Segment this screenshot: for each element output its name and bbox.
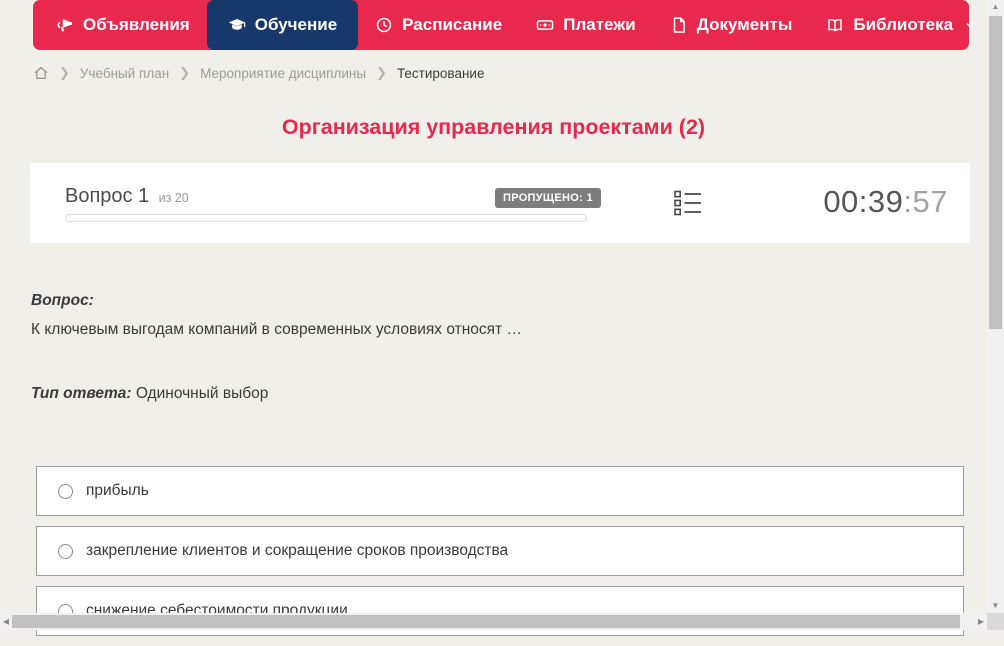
nav-item-learning[interactable]: Обучение [206, 0, 359, 50]
question-text: К ключевым выгодам компаний в современны… [31, 321, 522, 338]
timer-minutes: 00:39 [823, 184, 904, 219]
nav-item-library[interactable]: Библиотека [809, 0, 994, 50]
answer-option-1[interactable]: прибыль [36, 466, 964, 516]
home-icon[interactable] [33, 65, 49, 81]
scroll-right-icon[interactable]: ▶ [975, 617, 987, 626]
answer-option-label: закрепление клиентов и сокращение сроков… [86, 542, 509, 559]
nav-item-announcements[interactable]: Объявления [39, 0, 207, 50]
graduation-cap-icon [228, 19, 245, 30]
question-list-icon[interactable] [674, 190, 702, 216]
breadcrumb: ❯ Учебный план ❯ Мероприятие дисциплины … [33, 62, 484, 84]
scroll-down-icon[interactable]: ▼ [992, 599, 1000, 613]
nav-item-label: Расписание [402, 15, 503, 34]
breadcrumb-separator: ❯ [179, 65, 191, 80]
vertical-scrollbar[interactable]: ▲ ▼ [987, 0, 1004, 613]
scrollbar-corner [987, 613, 1004, 630]
breadcrumb-separator: ❯ [376, 65, 387, 80]
question-count-label: из 20 [158, 191, 189, 205]
nav-item-payments[interactable]: Платежи [519, 0, 653, 50]
answer-option-2[interactable]: закрепление клиентов и сокращение сроков… [36, 526, 964, 576]
skipped-badge: ПРОПУЩЕНО: 1 [495, 188, 601, 208]
answer-type: Тип ответа: Одиночный выбор [31, 385, 961, 403]
book-icon [828, 18, 843, 32]
answer-option-label: прибыль [86, 482, 149, 499]
question-block: Вопрос: К ключевым выгодам компаний в со… [31, 292, 961, 403]
question-header-card: Вопрос 1 из 20 ПРОПУЩЕНО: 1 00:39:57 [30, 163, 970, 243]
answer-type-label: Тип ответа: [31, 384, 132, 402]
megaphone-icon [57, 19, 72, 32]
timer-seconds: :57 [903, 184, 948, 219]
timer: 00:39:57 [823, 184, 948, 220]
scroll-left-icon[interactable]: ◀ [0, 617, 12, 626]
chevron-down-icon [966, 22, 975, 28]
question-number-label: Вопрос 1 [65, 185, 150, 207]
radio-icon[interactable] [58, 483, 73, 499]
page-title: Организация управления проектами (2) [281, 115, 706, 139]
horizontal-scrollbar[interactable]: ◀ ▶ [0, 613, 987, 630]
breadcrumb-item-testing: Тестирование [396, 65, 485, 81]
radio-icon[interactable] [58, 543, 73, 559]
answer-type-value: Одиночный выбор [135, 384, 269, 402]
nav-item-label: Документы [696, 15, 793, 34]
question-number: Вопрос 1 из 20 [65, 185, 189, 208]
nav-item-label: Библиотека [853, 15, 954, 34]
horizontal-scrollbar-thumb[interactable] [12, 615, 960, 628]
nav-item-schedule[interactable]: Расписание [358, 0, 519, 50]
breadcrumb-item-discipline-event[interactable]: Мероприятие дисциплины [200, 66, 366, 81]
breadcrumb-separator: ❯ [59, 65, 70, 80]
nav-item-documents[interactable]: Документы [653, 0, 810, 50]
nav-item-label: Обучение [254, 15, 338, 34]
clock-icon [376, 17, 392, 33]
nav-item-label: Платежи [563, 15, 636, 34]
breadcrumb-item-curriculum[interactable]: Учебный план [80, 66, 169, 81]
scroll-up-icon[interactable]: ▲ [992, 0, 1000, 14]
document-icon [673, 17, 685, 33]
nav-item-label: Объявления [83, 15, 190, 34]
main-navbar: Объявления Обучение Расписание Платежи Д… [33, 0, 975, 50]
question-heading: Вопрос: [31, 292, 94, 309]
payments-icon [536, 20, 554, 30]
progress-bar [65, 214, 587, 222]
vertical-scrollbar-thumb[interactable] [989, 16, 1002, 329]
